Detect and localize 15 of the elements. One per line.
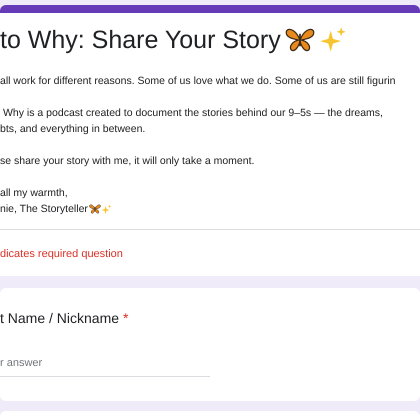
required-note: dicates required question [0, 248, 123, 260]
butterfly-icon [284, 27, 315, 53]
question-label: t Name / Nickname [0, 309, 120, 328]
description-text: all my warmth, [0, 186, 68, 201]
description-text: se share your story with me, it will only take a moment. [0, 154, 254, 169]
sparkles-icon [100, 204, 112, 214]
description-text: bts, and everything in between. [0, 122, 146, 137]
sparkles-icon [318, 26, 347, 54]
answer-field[interactable]: r answer [0, 351, 210, 376]
required-asterisk: * [123, 309, 128, 328]
description-text: all work for different reasons. Some of us love what we do. Some of us are still figurin [0, 74, 396, 89]
butterfly-icon [88, 204, 101, 214]
form-title: to Why: Share Your Story [0, 25, 281, 56]
description-text: Why is a podcast created to document the stories behind our 9–5s — the dreams, [2, 106, 383, 121]
description-text: nie, The Storyteller [0, 202, 88, 217]
